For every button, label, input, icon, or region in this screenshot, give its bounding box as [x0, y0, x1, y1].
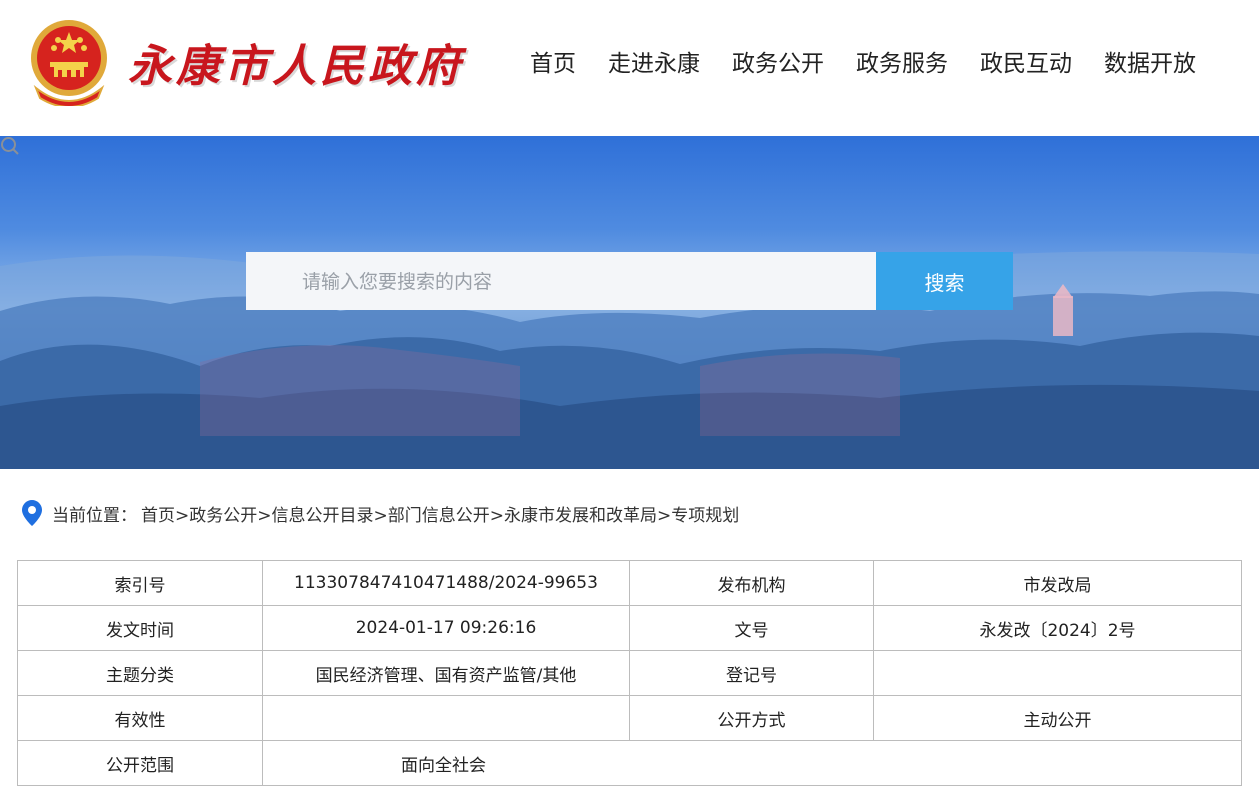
meta-label-publisher: 发布机构	[629, 560, 874, 606]
meta-value-validity	[262, 695, 630, 741]
meta-label-doc-number: 文号	[629, 605, 874, 651]
meta-label-disclosure-method: 公开方式	[629, 695, 874, 741]
meta-value-registration	[873, 650, 1242, 696]
table-row: 索引号 11330784741047148​8/2024-99653 发布机构 …	[17, 560, 1242, 606]
table-row: 公开范围 面向全社会	[17, 740, 1242, 786]
breadcrumb: 当前位置： 首页> 政务公开> 信息公开目录> 部门信息公开> 永康市发展和改革…	[22, 500, 739, 526]
meta-value-index: 11330784741047148​8/2024-99653	[262, 560, 630, 606]
search-button[interactable]: 搜索	[876, 252, 1013, 310]
breadcrumb-item-home[interactable]: 首页>	[141, 501, 189, 526]
breadcrumb-item-dev-reform-bureau[interactable]: 永康市发展和改革局>	[504, 501, 671, 526]
meta-label-topic: 主题分类	[17, 650, 263, 696]
nav-item-about[interactable]: 走进永康	[608, 44, 700, 78]
breadcrumb-item-dept-info[interactable]: 部门信息公开>	[388, 501, 504, 526]
nav-item-gov-affairs[interactable]: 政务公开	[732, 44, 824, 78]
breadcrumb-item-gov-affairs[interactable]: 政务公开>	[189, 501, 271, 526]
meta-value-scope: 面向全社会	[262, 740, 1242, 786]
breadcrumb-item-special-plan[interactable]: 专项规划	[671, 501, 739, 526]
breadcrumb-label: 当前位置：	[52, 505, 137, 526]
nav-item-gov-services[interactable]: 政务服务	[856, 44, 948, 78]
table-row: 发文时间 2024-01-17 09:26:16 文号 永发改〔2024〕2号	[17, 605, 1242, 651]
meta-label-issue-date: 发文时间	[17, 605, 263, 651]
national-emblem-icon[interactable]	[28, 18, 110, 106]
nav-item-open-data[interactable]: 数据开放	[1104, 44, 1196, 78]
table-row: 主题分类 国民经济管理、国有资产监管/其他 登记号	[17, 650, 1242, 696]
hero-banner: 搜索	[0, 136, 1259, 469]
meta-label-scope: 公开范围	[17, 740, 263, 786]
main-nav: 首页 走进永康 政务公开 政务服务 政民互动 数据开放	[514, 44, 1212, 78]
search-input[interactable]	[300, 258, 864, 306]
meta-label-index: 索引号	[17, 560, 263, 606]
meta-label-validity: 有效性	[17, 695, 263, 741]
meta-value-disclosure-method: 主动公开	[873, 695, 1242, 741]
meta-label-registration: 登记号	[629, 650, 874, 696]
nav-item-interaction[interactable]: 政民互动	[980, 44, 1072, 78]
search-icon	[1, 137, 19, 155]
meta-value-issue-date: 2024-01-17 09:26:16	[262, 605, 630, 651]
meta-value-doc-number: 永发改〔2024〕2号	[873, 605, 1242, 651]
table-row: 有效性 公开方式 主动公开	[17, 695, 1242, 741]
site-header: 永康市人民政府 首页 走进永康 政务公开 政务服务 政民互动 数据开放	[0, 0, 1259, 136]
breadcrumb-item-catalog[interactable]: 信息公开目录>	[272, 501, 388, 526]
document-meta-table: 索引号 11330784741047148​8/2024-99653 发布机构 …	[17, 560, 1242, 786]
meta-value-publisher: 市发改局	[873, 560, 1242, 606]
site-title[interactable]: 永康市人民政府	[128, 30, 464, 94]
nav-item-home[interactable]: 首页	[530, 44, 576, 78]
meta-value-topic: 国民经济管理、国有资产监管/其他	[262, 650, 630, 696]
location-pin-icon	[22, 500, 42, 526]
